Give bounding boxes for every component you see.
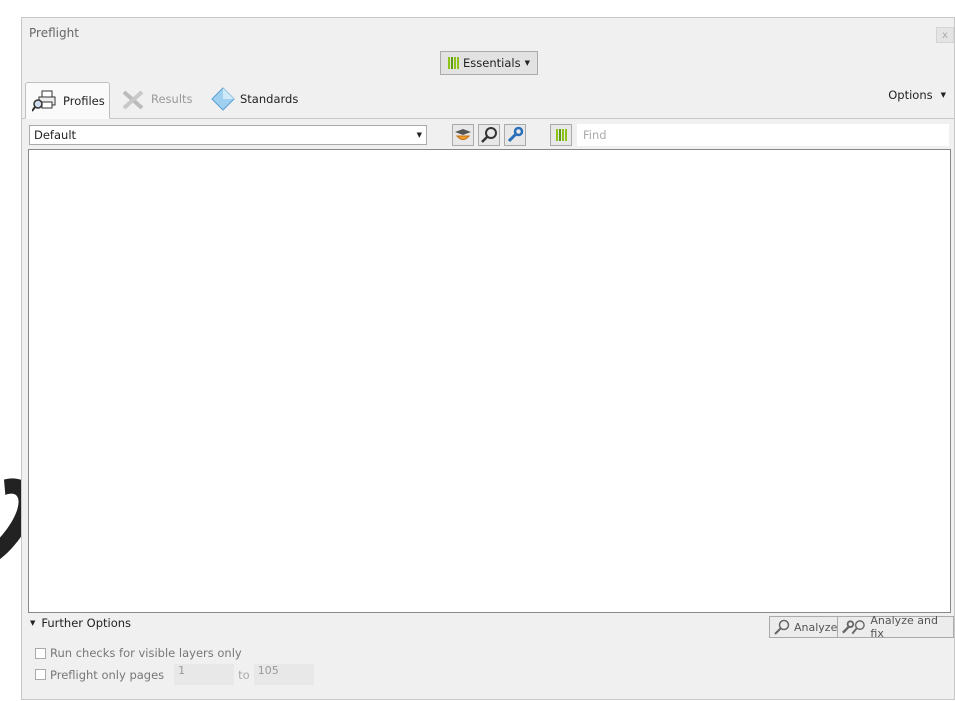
visible-layers-checkbox[interactable] (35, 647, 46, 659)
essentials-button[interactable]: Essentials ▼ (440, 51, 538, 75)
analyze-button[interactable]: Analyze (769, 616, 842, 638)
further-options-label: Further Options (41, 616, 132, 630)
inspect-button[interactable] (478, 124, 500, 146)
chevron-down-icon: ▼ (416, 131, 422, 139)
from-page-input[interactable] (174, 664, 235, 685)
tab-profiles-label: Profiles (63, 93, 105, 108)
essentials-label: Essentials (463, 56, 521, 70)
profile-dropdown-value: Default (34, 128, 77, 142)
chevron-down-icon: ▼ (524, 59, 530, 67)
tab-bar: Profiles Results Standards Options ▼ (22, 80, 954, 119)
options-label: Options (888, 88, 933, 102)
visible-layers-label: Run checks for visible layers only (50, 646, 242, 660)
tab-profiles[interactable]: Profiles (25, 82, 110, 119)
to-label: to (238, 667, 250, 682)
library-button[interactable] (550, 124, 572, 146)
library-bars-icon (448, 57, 460, 69)
only-pages-checkbox[interactable] (35, 669, 46, 680)
printer-magnifier-icon (32, 90, 56, 112)
tab-standards-label: Standards (240, 92, 299, 106)
analyze-and-fix-button[interactable]: Analyze and fix (837, 614, 954, 640)
title-bar: Preflight x (22, 18, 954, 48)
page-range-option: Preflight only pages to (35, 664, 314, 685)
to-page-input[interactable] (253, 664, 314, 685)
tab-results-label: Results (151, 92, 193, 106)
visible-layers-option: Run checks for visible layers only (35, 646, 242, 660)
only-pages-label: Preflight only pages (50, 667, 165, 682)
chevron-down-icon: ▼ (940, 91, 946, 99)
tab-standards[interactable]: Standards (211, 82, 298, 116)
wrench-magnifier-icon (842, 620, 865, 635)
further-options-toggle[interactable]: ▼ Further Options (30, 616, 131, 630)
magnifier-icon (481, 127, 497, 143)
eye-star-icon (455, 129, 471, 140)
profile-dropdown[interactable]: Default ▼ (29, 125, 427, 145)
fixups-button[interactable] (504, 124, 526, 146)
magnifier-icon (774, 619, 790, 635)
chevron-down-icon: ▼ (30, 619, 36, 627)
panel-title: Preflight (29, 26, 79, 40)
tab-results[interactable]: Results (120, 82, 193, 116)
library-bars-icon (555, 129, 567, 141)
analyze-and-fix-label: Analyze and fix (870, 614, 938, 640)
profiles-list[interactable] (28, 149, 951, 613)
find-input[interactable] (577, 124, 949, 146)
wrench-icon (507, 126, 524, 143)
options-menu[interactable]: Options ▼ (888, 88, 946, 102)
diamond-icon (211, 87, 235, 111)
preflight-panel: Preflight x Essentials ▼ Profiles Result… (21, 17, 955, 700)
analyze-label: Analyze (794, 620, 838, 634)
close-button[interactable]: x (936, 27, 954, 43)
wrench-magnifier-icon (122, 90, 144, 110)
select-profiles-button[interactable] (452, 124, 474, 146)
